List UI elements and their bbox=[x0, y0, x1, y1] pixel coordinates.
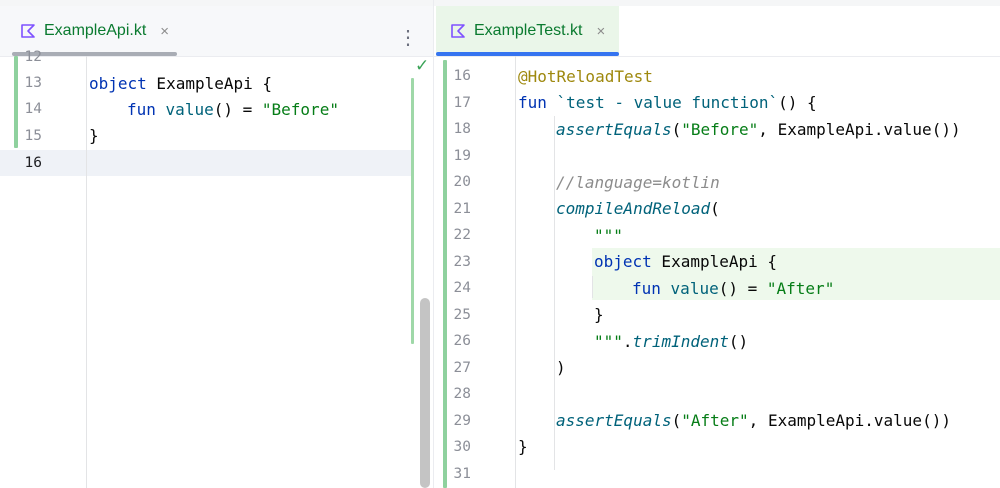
code-line-22: """ bbox=[594, 226, 623, 245]
code-line-13: object ExampleApi { bbox=[89, 74, 273, 93]
line-number: 23 bbox=[453, 254, 471, 270]
line-number: 18 bbox=[453, 121, 471, 137]
line-number: 17 bbox=[453, 95, 471, 111]
line-number: 21 bbox=[453, 201, 471, 217]
line-number: 16 bbox=[453, 68, 471, 84]
tab-label: ExampleApi.kt bbox=[44, 22, 147, 39]
code-line-16: @HotReloadTest bbox=[518, 67, 653, 86]
gutter-separator bbox=[515, 56, 516, 488]
left-tab-bar: ExampleApi.kt × ⋮ bbox=[0, 6, 434, 57]
code-line-29: assertEquals("After", ExampleApi.value()… bbox=[556, 411, 951, 430]
line-number: 15 bbox=[24, 128, 42, 144]
close-icon[interactable]: × bbox=[160, 23, 169, 40]
code-line-21: compileAndReload( bbox=[556, 199, 720, 218]
more-options-icon[interactable]: ⋮ bbox=[398, 12, 418, 62]
left-editor-pane: ExampleApi.kt × ⋮ 12 13 14 15 16 object … bbox=[0, 0, 434, 488]
gutter-separator bbox=[86, 56, 87, 488]
code-line-26: """.trimIndent() bbox=[594, 332, 749, 351]
tab-label: ExampleTest.kt bbox=[474, 22, 583, 39]
line-number: 19 bbox=[453, 148, 471, 164]
code-line-14: fun value() = "Before" bbox=[127, 100, 339, 119]
line-number: 22 bbox=[453, 227, 471, 243]
line-number: 16 bbox=[24, 155, 42, 171]
code-line-23: object ExampleApi { bbox=[594, 252, 778, 271]
kotlin-file-icon bbox=[21, 24, 35, 38]
code-line-15: } bbox=[89, 126, 99, 145]
code-line-27: ) bbox=[556, 358, 566, 377]
line-number: 25 bbox=[453, 307, 471, 323]
indent-guide bbox=[554, 222, 555, 354]
code-line-24: fun value() = "After" bbox=[632, 279, 835, 298]
code-line-18: assertEquals("Before", ExampleApi.value(… bbox=[556, 120, 961, 139]
indent-guide bbox=[592, 276, 593, 298]
line-number: 30 bbox=[453, 439, 471, 455]
line-number: 29 bbox=[453, 413, 471, 429]
line-number: 31 bbox=[453, 466, 471, 482]
line-number: 20 bbox=[453, 174, 471, 190]
right-editor-pane: ExampleTest.kt × 16 17 18 19 20 21 22 23… bbox=[434, 0, 1000, 488]
right-tab-bar: ExampleTest.kt × bbox=[434, 6, 1000, 57]
line-number: 12 bbox=[24, 49, 42, 65]
code-line-20: //language=kotlin bbox=[556, 173, 720, 192]
code-line-30: } bbox=[518, 437, 528, 456]
line-number: 14 bbox=[24, 101, 42, 117]
code-line-25: } bbox=[594, 305, 604, 324]
scrollbar-thumb[interactable] bbox=[420, 298, 430, 488]
line-number: 27 bbox=[453, 360, 471, 376]
right-change-marker bbox=[411, 78, 414, 344]
kotlin-file-icon bbox=[451, 24, 465, 38]
line-number: 26 bbox=[453, 333, 471, 349]
code-line-17: fun `test - value function`() { bbox=[518, 93, 817, 112]
tab-exampletest[interactable]: ExampleTest.kt × bbox=[436, 6, 620, 56]
line-number: 28 bbox=[453, 386, 471, 402]
close-icon[interactable]: × bbox=[596, 23, 605, 40]
current-line-highlight bbox=[0, 150, 412, 176]
inspection-ok-icon[interactable]: ✓ bbox=[415, 56, 429, 76]
line-number: 13 bbox=[24, 75, 42, 91]
line-number: 24 bbox=[453, 280, 471, 296]
tab-underline bbox=[436, 52, 620, 56]
